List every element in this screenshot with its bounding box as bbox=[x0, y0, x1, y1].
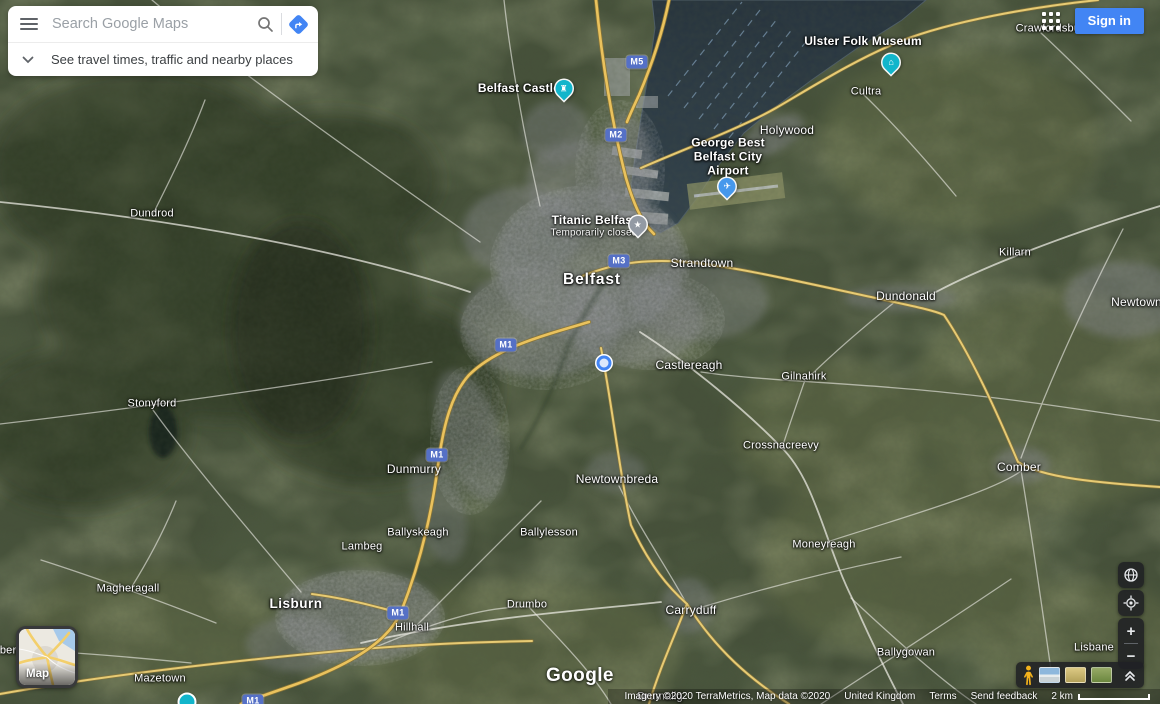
search-divider bbox=[281, 13, 282, 35]
map-label-castlereagh: Castlereagh bbox=[656, 359, 723, 373]
my-location-icon bbox=[1123, 595, 1139, 611]
collapse-bar-button[interactable] bbox=[1123, 668, 1137, 682]
google-logo: Google bbox=[546, 665, 614, 687]
search-row bbox=[8, 6, 318, 43]
ulster-folk-museum-marker[interactable]: ⌂ bbox=[883, 54, 900, 73]
road-shield-m5: M5 bbox=[626, 56, 647, 69]
chevron-down-icon bbox=[21, 53, 35, 67]
search-input[interactable] bbox=[38, 16, 256, 32]
send-feedback-link[interactable]: Send feedback bbox=[971, 691, 1038, 702]
scale-bar bbox=[1078, 694, 1150, 700]
map-label-ballygowan: Ballygowan bbox=[877, 647, 935, 660]
map-label-dundrod: Dundrod bbox=[130, 208, 174, 221]
imagery-thumbnail-3[interactable] bbox=[1091, 667, 1112, 683]
belfast-castle-marker[interactable]: ♜ bbox=[556, 80, 573, 99]
map-label-gilnahirk: Gilnahirk bbox=[781, 371, 826, 384]
location-indicator bbox=[597, 356, 612, 371]
map-label-magheragall: Magheragall bbox=[97, 583, 160, 596]
imagery-bar bbox=[1016, 662, 1144, 688]
satellite-map[interactable] bbox=[0, 0, 1160, 704]
search-button[interactable] bbox=[256, 15, 274, 33]
road-shield-m1: M1 bbox=[242, 695, 263, 704]
pegman-icon[interactable] bbox=[1023, 665, 1034, 686]
road-shield-m3: M3 bbox=[608, 255, 629, 268]
road-shield-m1: M1 bbox=[495, 339, 516, 352]
road-shield-m1: M1 bbox=[426, 449, 447, 462]
map-label-cultra: Cultra bbox=[851, 86, 882, 99]
map-label-holywood: Holywood bbox=[760, 124, 814, 138]
map-label-temporarily-closed: Temporarily closed bbox=[551, 227, 638, 239]
travel-times-row[interactable]: See travel times, traffic and nearby pla… bbox=[8, 43, 318, 76]
search-card: See travel times, traffic and nearby pla… bbox=[8, 6, 318, 76]
map-label-stonyford: Stonyford bbox=[128, 398, 177, 411]
map-label-drumbo: Drumbo bbox=[507, 599, 547, 612]
region-label: United Kingdom bbox=[844, 691, 915, 702]
menu-button[interactable] bbox=[20, 18, 38, 30]
map-label-newtowna: Newtowna bbox=[1111, 296, 1160, 310]
map-label-dunmurry: Dunmurry bbox=[387, 463, 441, 477]
map-toggle-label: Map bbox=[26, 668, 49, 680]
directions-icon bbox=[288, 13, 309, 34]
imagery-thumbnail-1[interactable] bbox=[1039, 667, 1060, 683]
imagery-attribution: Imagery ©2020 TerraMetrics, Map data ©20… bbox=[624, 691, 830, 702]
double-chevron-up-icon bbox=[1123, 668, 1137, 682]
globe-icon bbox=[1123, 567, 1139, 583]
map-type-toggle[interactable]: Map bbox=[16, 626, 78, 688]
scale-control: 2 km bbox=[1051, 691, 1150, 702]
map-label-dundonald: Dundonald bbox=[876, 290, 936, 304]
zoom-in-button[interactable]: + bbox=[1118, 619, 1144, 643]
road-shield-m2: M2 bbox=[605, 129, 626, 142]
my-location-button[interactable] bbox=[1118, 590, 1144, 616]
map-label-mazetown: Mazetown bbox=[134, 673, 186, 686]
city-airport-marker[interactable]: ✈ bbox=[719, 178, 736, 197]
map-label-crossnacreevy: Crossnacreevy bbox=[743, 440, 819, 453]
map-label-lambeg: Lambeg bbox=[342, 541, 383, 554]
map-label-lisbane: Lisbane bbox=[1074, 642, 1114, 655]
map-label-george-best-belfast-city-airport[interactable]: George Best Belfast City Airport bbox=[691, 136, 765, 177]
google-maps-app: CrawfordsburnUlster Folk MuseumBelfast C… bbox=[0, 0, 1160, 704]
map-label-ulster-folk-museum[interactable]: Ulster Folk Museum bbox=[804, 35, 922, 49]
top-right-toolbar: Sign in bbox=[1042, 8, 1144, 34]
poi-circle-marker[interactable] bbox=[178, 693, 197, 704]
map-label-ballylesson: Ballylesson bbox=[520, 527, 578, 540]
attribution-bar: Imagery ©2020 TerraMetrics, Map data ©20… bbox=[608, 689, 1160, 704]
map-label-moneyreagh: Moneyreagh bbox=[792, 539, 855, 552]
search-icon bbox=[256, 15, 274, 33]
map-label-killarn: Killarn bbox=[999, 247, 1031, 260]
road-shield-m1: M1 bbox=[387, 607, 408, 620]
map-label-carryduff: Carryduff bbox=[666, 604, 717, 618]
map-label-hillhall: Hillhall bbox=[395, 622, 429, 635]
terms-link[interactable]: Terms bbox=[929, 691, 956, 702]
map-label-belfast: Belfast bbox=[563, 271, 621, 289]
map-label-strandtown: Strandtown bbox=[671, 257, 734, 271]
map-label-comber: Comber bbox=[997, 461, 1041, 475]
globe-view-button[interactable] bbox=[1118, 562, 1144, 588]
scale-label: 2 km bbox=[1051, 691, 1073, 702]
sign-in-button[interactable]: Sign in bbox=[1075, 8, 1144, 34]
map-label-newtownbreda: Newtownbreda bbox=[576, 473, 658, 487]
map-label-ballyskeagh: Ballyskeagh bbox=[387, 527, 449, 540]
map-label-belfast-castle[interactable]: Belfast Castle bbox=[478, 82, 560, 96]
titanic-belfast-marker[interactable]: ★ bbox=[630, 216, 647, 235]
google-apps-icon[interactable] bbox=[1042, 12, 1060, 30]
map-label-lisburn: Lisburn bbox=[270, 596, 323, 612]
directions-button[interactable] bbox=[291, 17, 306, 32]
hamburger-icon bbox=[20, 18, 38, 30]
travel-times-label: See travel times, traffic and nearby pla… bbox=[51, 52, 293, 67]
map-label-titanic-belfast[interactable]: Titanic Belfast bbox=[552, 214, 637, 228]
imagery-thumbnail-2[interactable] bbox=[1065, 667, 1086, 683]
